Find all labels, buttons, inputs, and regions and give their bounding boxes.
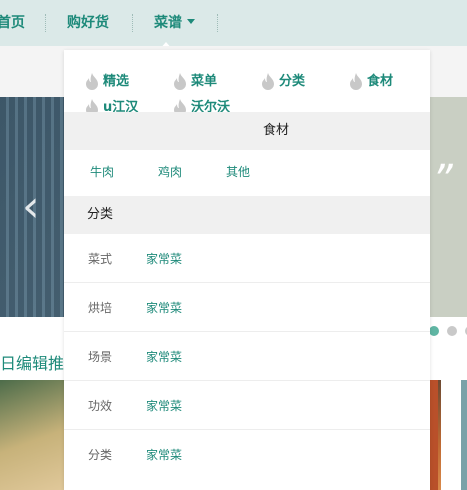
- nav-divider: [132, 14, 133, 32]
- category-row: 烘培 家常菜: [64, 283, 430, 332]
- flame-icon: [350, 73, 362, 90]
- category-row: 菜式 家常菜: [64, 234, 430, 283]
- recipe-thumbnail[interactable]: [461, 380, 467, 490]
- flame-icon: [86, 73, 98, 90]
- category-row-label: 菜式: [88, 252, 113, 266]
- top-nav: 首页 购好货 菜谱: [0, 0, 467, 50]
- category-row: 分类 家常菜: [64, 430, 430, 479]
- carousel-dot-active[interactable]: [429, 326, 439, 336]
- tag-label: 菜单: [191, 74, 218, 89]
- ingredient-link-beef[interactable]: 牛肉: [90, 163, 114, 180]
- carousel-dot[interactable]: [447, 326, 457, 336]
- category-row-link[interactable]: 家常菜: [146, 348, 182, 365]
- category-row: 场景 家常菜: [64, 332, 430, 381]
- ingredients-header: 食材: [64, 112, 430, 150]
- nav-item-recipes-label: 菜谱: [154, 15, 182, 31]
- category-row-label: 分类: [88, 448, 113, 462]
- recipe-thumbnail[interactable]: [430, 380, 438, 490]
- tag-label: 精选: [103, 74, 130, 89]
- ingredient-link-chicken[interactable]: 鸡肉: [158, 163, 182, 180]
- chevron-down-icon: [187, 19, 195, 24]
- categories-title: 分类: [87, 207, 114, 222]
- flame-icon: [174, 73, 186, 90]
- category-row-label: 烘培: [88, 301, 113, 315]
- flame-icon: [262, 73, 274, 90]
- category-row-link[interactable]: 家常菜: [146, 299, 182, 316]
- nav-divider: [217, 14, 218, 32]
- category-row-link[interactable]: 家常菜: [146, 250, 182, 267]
- categories-header: 分类: [64, 196, 430, 234]
- recipe-thumbnail[interactable]: [0, 380, 64, 490]
- nav-item-shop[interactable]: 购好货: [67, 14, 109, 32]
- nav-item-home[interactable]: 首页: [0, 14, 25, 32]
- tag-label: 食材: [367, 74, 394, 89]
- quote-mark-decoration: ”: [432, 157, 453, 203]
- nav-item-recipes[interactable]: 菜谱: [154, 14, 195, 32]
- category-row-link[interactable]: 家常菜: [146, 397, 182, 414]
- carousel-prev-icon[interactable]: ‹: [22, 185, 40, 229]
- ingredients-title: 食材: [263, 123, 290, 138]
- category-row: 功效 家常菜: [64, 381, 430, 430]
- hero-image-right: [430, 97, 467, 317]
- recipes-dropdown: 精选 菜单 分类 食材 u江汉 沃尔沃 食材 牛肉 鸡肉 其他 分类 菜式 家常…: [64, 50, 430, 490]
- ingredient-link-other[interactable]: 其他: [226, 163, 250, 180]
- category-row-label: 场景: [88, 350, 113, 364]
- category-row-link[interactable]: 家常菜: [146, 446, 182, 463]
- category-row-label: 功效: [88, 399, 113, 413]
- nav-divider: [45, 14, 46, 32]
- tag-label: 分类: [279, 74, 306, 89]
